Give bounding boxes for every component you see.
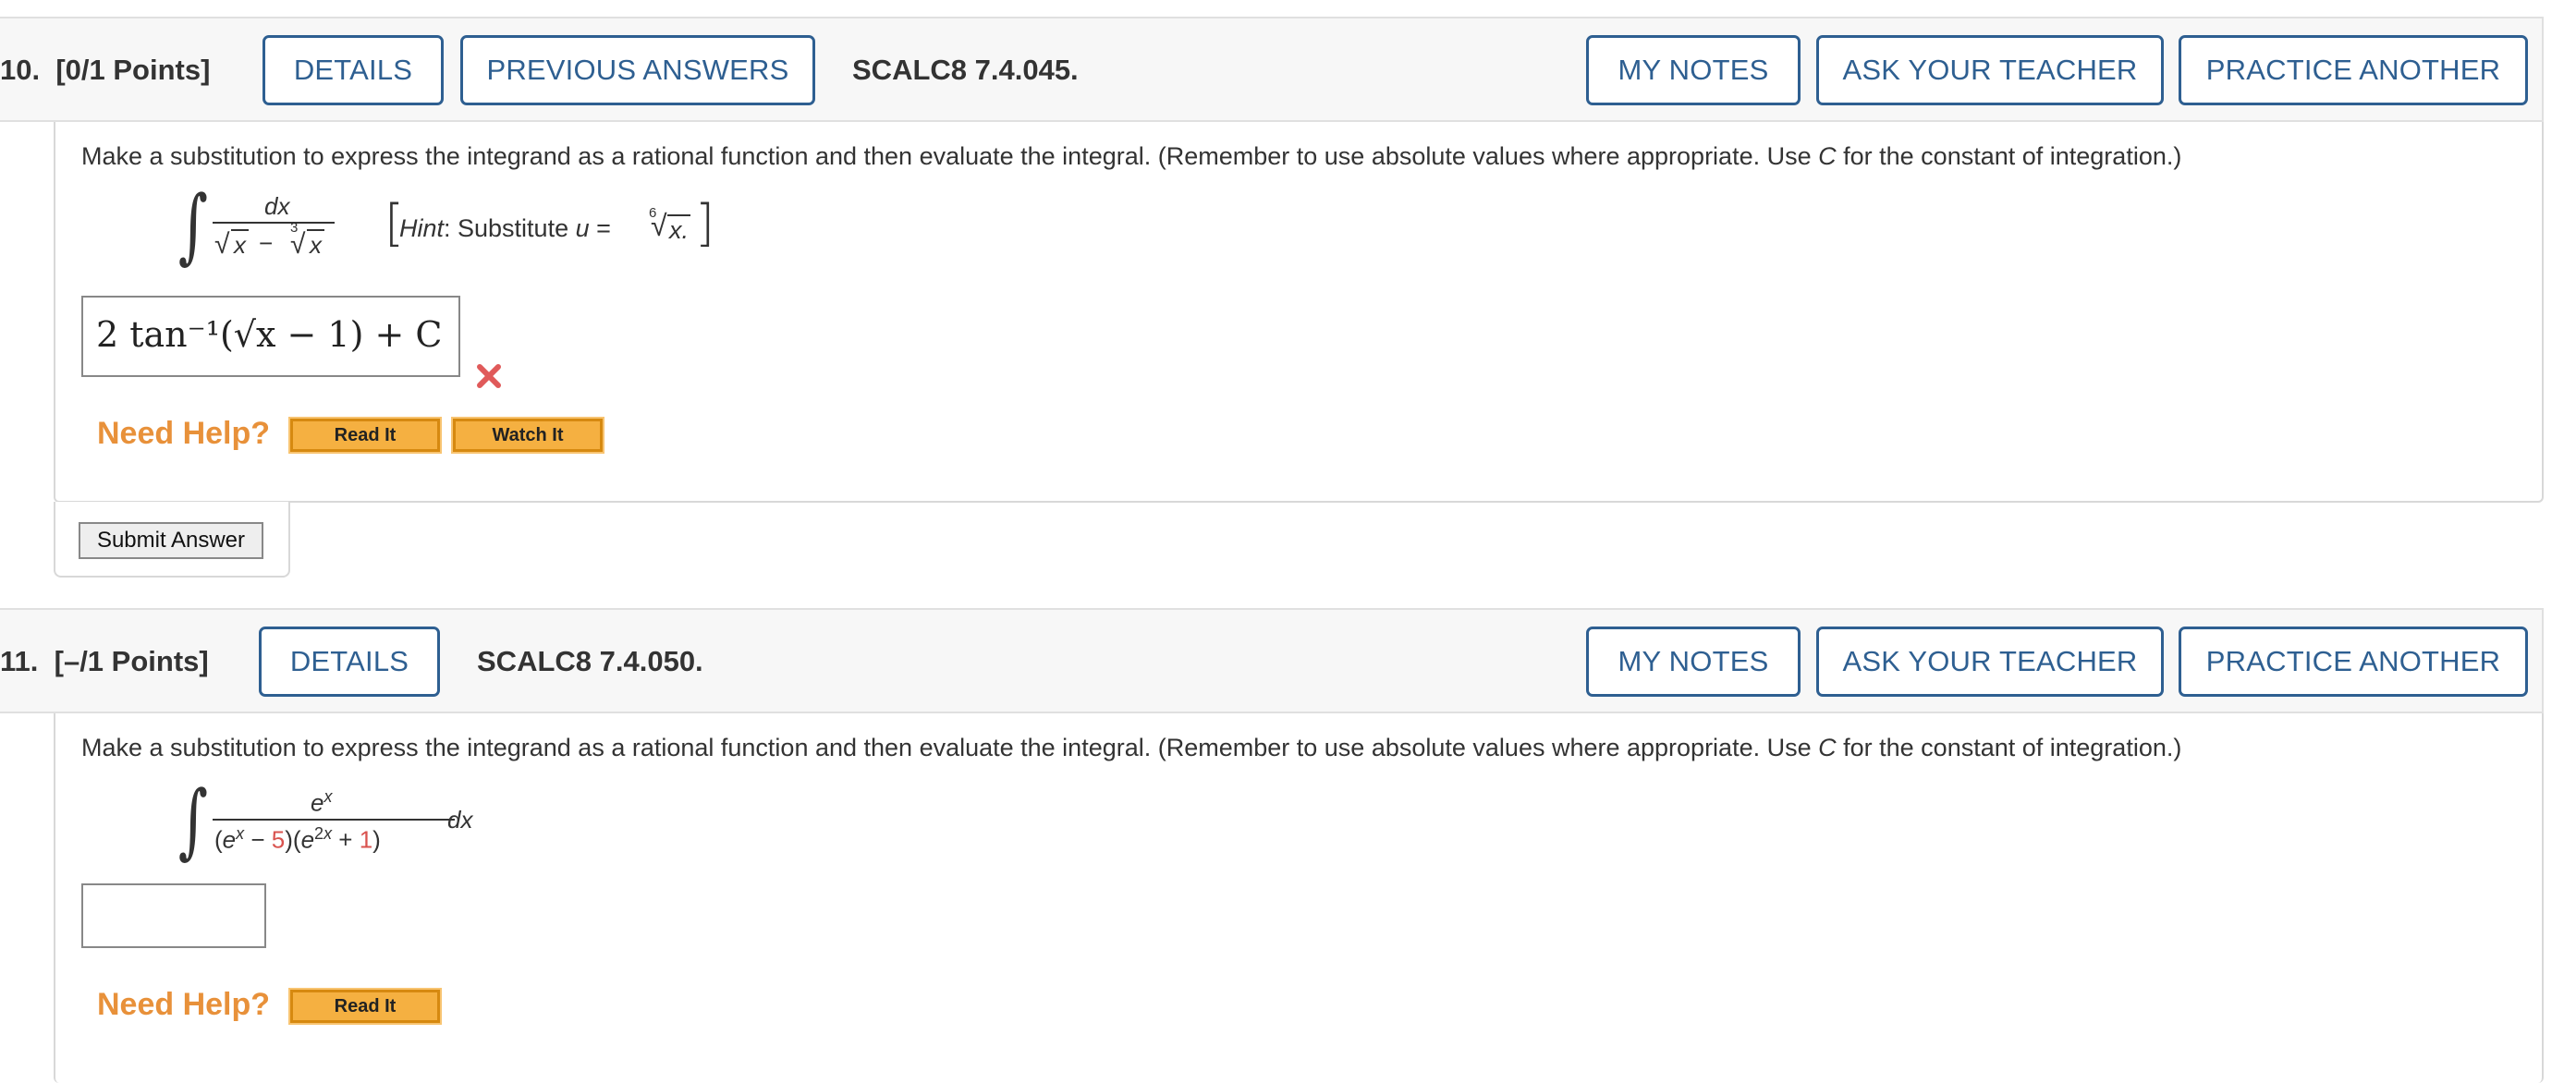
fraction-bar — [213, 222, 335, 224]
need-help-label: Need Help? — [97, 987, 271, 1022]
my-notes-button[interactable]: MY NOTES — [1586, 35, 1801, 105]
x-mark-icon — [475, 362, 503, 390]
integral-numerator: dx — [264, 192, 290, 220]
details-button[interactable]: DETAILS — [262, 35, 444, 105]
read-it-button[interactable]: Read It — [288, 988, 442, 1025]
question-code: SCALC8 7.4.045. — [852, 54, 1079, 86]
ask-your-teacher-button[interactable]: ASK YOUR TEACHER — [1816, 35, 2164, 105]
integral-numerator: ex — [311, 787, 333, 817]
need-help-label: Need Help? — [97, 416, 271, 451]
integral-expression: ∫ dx √ x − 3 √ x — [172, 177, 357, 273]
practice-another-button[interactable]: PRACTICE ANOTHER — [2179, 35, 2528, 105]
integral-denominator: √ x − 3 √ x — [214, 220, 344, 262]
details-button[interactable]: DETAILS — [259, 627, 440, 697]
answer-field[interactable]: 2 tan⁻¹(√x − 1) + C — [81, 296, 460, 377]
practice-another-button[interactable]: PRACTICE ANOTHER — [2179, 627, 2528, 697]
submit-answer-button[interactable]: Submit Answer — [79, 522, 263, 559]
integral-sign: ∫ — [177, 177, 208, 273]
fraction-bar — [213, 819, 455, 821]
integral-dx: dx — [447, 806, 473, 834]
hint-label: Hint — [399, 214, 445, 242]
answer-field[interactable] — [81, 883, 266, 948]
question-11-header: 11. [–/1 Points] DETAILS SCALC8 7.4.050.… — [0, 608, 2544, 713]
read-it-button[interactable]: Read It — [288, 417, 442, 454]
question-code: SCALC8 7.4.050. — [477, 645, 703, 677]
question-number: 10. [0/1 Points] — [0, 54, 211, 86]
watch-it-button[interactable]: Watch It — [451, 417, 604, 454]
previous-answers-button[interactable]: PREVIOUS ANSWERS — [460, 35, 815, 105]
question-points: [0/1 Points] — [55, 54, 211, 86]
my-notes-button[interactable]: MY NOTES — [1586, 627, 1801, 697]
ask-your-teacher-button[interactable]: ASK YOUR TEACHER — [1816, 627, 2164, 697]
question-11-body — [54, 713, 2544, 1083]
integral-denominator: (ex − 5)(e2x + 1) — [214, 824, 381, 854]
answer-value: 2 tan⁻¹(√x − 1) + C — [96, 314, 443, 355]
question-points: [–/1 Points] — [54, 645, 209, 677]
integral-expression: ∫ ex (ex − 5)(e2x + 1) dx — [172, 773, 505, 870]
integral-sign: ∫ — [177, 773, 208, 868]
question-10-header: 10. [0/1 Points] DETAILS PREVIOUS ANSWER… — [0, 17, 2544, 122]
question-prompt: Make a substitution to express the integ… — [81, 142, 2182, 170]
question-number: 11. [–/1 Points] — [0, 645, 209, 677]
question-prompt: Make a substitution to express the integ… — [81, 734, 2182, 761]
